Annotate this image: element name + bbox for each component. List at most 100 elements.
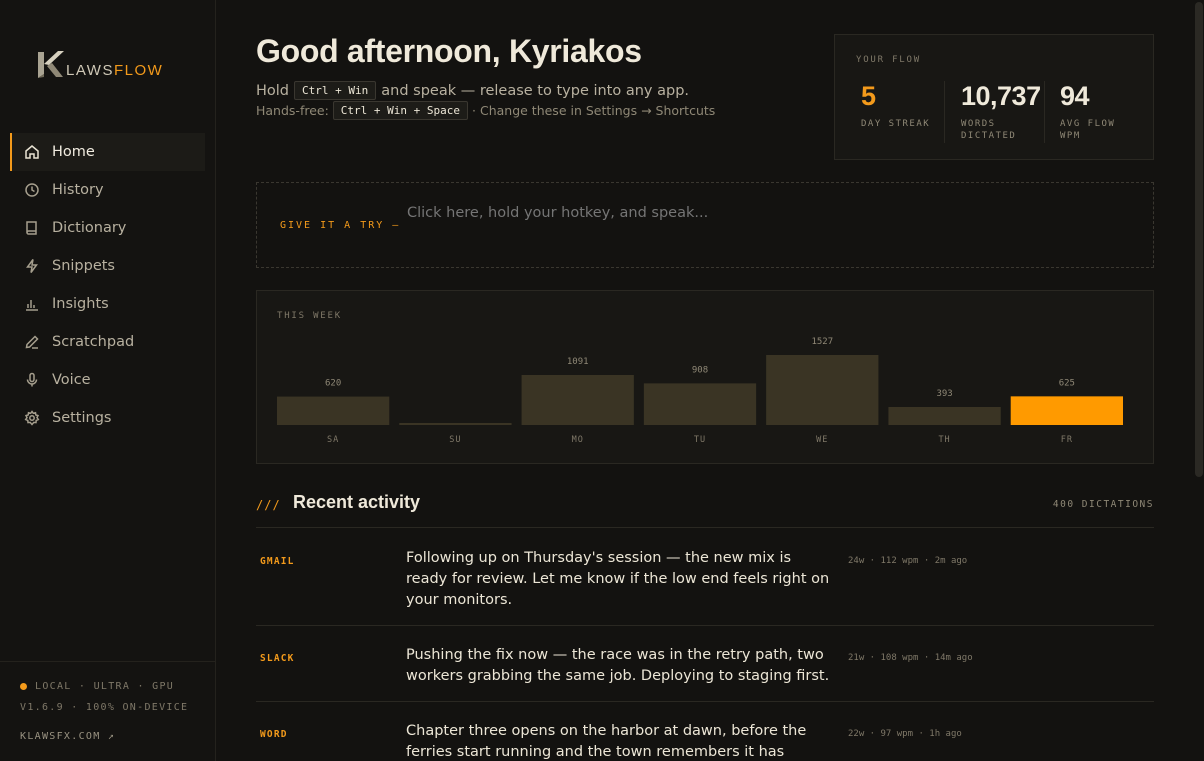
- wpm-stat: 94 AVG FLOW WPM: [1060, 81, 1115, 142]
- weekly-bar-chart: 620 SA SU 1091 MO 908 TU 1527 WE 393 TH 625 FR: [277, 337, 1123, 445]
- activity-row[interactable]: WORD Chapter three opens on the harbor a…: [256, 702, 1154, 761]
- version-label: V1.6.9 · 100% ON-DEVICE: [20, 702, 189, 713]
- sidebar-item-dictionary[interactable]: Dictionary: [10, 209, 205, 247]
- activity-app: GMAIL: [260, 556, 295, 567]
- page-title: Good afternoon, Kyriakos: [256, 33, 642, 69]
- chart-bar-fr: [1010, 396, 1123, 425]
- scrollbar[interactable]: [1194, 0, 1204, 761]
- logo-k-icon: [38, 51, 64, 78]
- weekly-chart-card: THIS WEEK 620 SA SU 1091 MO 908 TU 1527 WE 393 TH 6…: [256, 290, 1154, 464]
- activity-meta: 22w · 97 wpm · 1h ago: [848, 729, 962, 739]
- chart-bar-tu: [643, 383, 757, 425]
- wpm-value: 94: [1060, 81, 1090, 111]
- chart-value-label: 625: [1059, 378, 1075, 388]
- stats-card-label: YOUR FLOW: [856, 55, 921, 65]
- pencil-icon: [24, 334, 40, 350]
- chart-category-label: TU: [694, 435, 706, 445]
- chart-value-label: 620: [325, 379, 341, 389]
- handsfree-suffix: · Change these in Settings → Shortcuts: [472, 103, 716, 118]
- engine-status: LOCAL · ULTRA · GPU: [20, 676, 195, 697]
- words-label: WORDS DICTATED: [961, 119, 1017, 141]
- logo-wordmark: LAWSFLOW: [66, 62, 164, 79]
- sidebar-item-label: History: [52, 182, 104, 198]
- section-marker-icon: ///: [256, 498, 281, 512]
- sidebar-nav: Home History Dictionary Snippets Insight…: [10, 133, 205, 437]
- sidebar-item-voice[interactable]: Voice: [10, 361, 205, 399]
- microphone-icon: [24, 372, 40, 388]
- sidebar-item-label: Dictionary: [52, 220, 127, 236]
- chart-bar-th: [888, 406, 1001, 425]
- wpm-label: AVG FLOW WPM: [1060, 119, 1116, 141]
- sidebar-item-home[interactable]: Home: [10, 133, 205, 171]
- handsfree-hint: Hands-free: Ctrl + Win + Space · Change …: [256, 101, 715, 120]
- sidebar-item-label: Scratchpad: [52, 334, 135, 350]
- try-label: GIVE IT A TRY —: [280, 220, 401, 231]
- sidebar-item-label: Insights: [52, 296, 109, 312]
- bar-chart-icon: [24, 296, 40, 312]
- sidebar-item-snippets[interactable]: Snippets: [10, 247, 205, 285]
- dictation-count: 400 DICTATIONS: [1052, 499, 1154, 510]
- sidebar-item-history[interactable]: History: [10, 171, 205, 209]
- words-stat: 10,737 WORDS DICTATED: [961, 81, 1041, 142]
- stat-divider: [944, 81, 945, 143]
- hold-hotkey-badge: Ctrl + Win: [294, 81, 377, 100]
- handsfree-hotkey-badge: Ctrl + Win + Space: [332, 101, 469, 120]
- recent-activity-header: /// Recent activity 400 DICTATIONS: [256, 492, 1154, 528]
- chart-value-label: 393: [936, 389, 952, 399]
- chart-category-label: SA: [327, 435, 339, 445]
- chart-category-label: FR: [1061, 435, 1073, 445]
- activity-row[interactable]: GMAIL Following up on Thursday's session…: [256, 529, 1154, 626]
- flow-stats-card: YOUR FLOW 5 DAY STREAK 10,737 WORDS DICTA…: [834, 34, 1154, 160]
- hotkey-hint-suffix: and speak — release to type into any app…: [381, 82, 690, 99]
- recent-title: Recent activity: [293, 492, 421, 512]
- chart-value-label: 1091: [567, 357, 589, 367]
- chart-category-label: SU: [449, 435, 461, 445]
- chart-category-label: WE: [816, 435, 828, 445]
- website-link[interactable]: KLAWSFX.COM ↗: [20, 731, 195, 742]
- words-value: 10,737: [961, 81, 1041, 111]
- chart-category-label: TH: [938, 435, 950, 445]
- chart-bar-sa: [277, 396, 390, 425]
- sidebar-item-label: Home: [52, 144, 95, 160]
- lightning-icon: [24, 258, 40, 274]
- gear-icon: [24, 410, 40, 426]
- sidebar: LAWSFLOW Home History Dictionary Snippet…: [0, 0, 216, 761]
- activity-row[interactable]: SLACK Pushing the fix now — the race was…: [256, 626, 1154, 702]
- chart-bar-mo: [521, 374, 634, 425]
- sidebar-item-label: Settings: [52, 410, 112, 426]
- sidebar-item-insights[interactable]: Insights: [10, 285, 205, 323]
- sidebar-item-scratchpad[interactable]: Scratchpad: [10, 323, 205, 361]
- activity-app: SLACK: [260, 653, 295, 664]
- hotkey-hint: Hold Ctrl + Win and speak — release to t…: [256, 81, 689, 100]
- chart-value-label: 908: [692, 365, 708, 375]
- book-icon: [24, 220, 40, 236]
- activity-text: Following up on Thursday's session — the…: [406, 550, 830, 608]
- activity-meta: 24w · 112 wpm · 2m ago: [848, 556, 968, 566]
- chart-category-label: MO: [572, 435, 584, 445]
- sidebar-item-label: Voice: [52, 372, 91, 388]
- activity-text: Pushing the fix now — the race was in th…: [406, 647, 830, 684]
- hotkey-hint-prefix: Hold: [256, 82, 290, 99]
- chart-bar-we: [766, 355, 879, 425]
- clock-icon: [24, 182, 40, 198]
- activity-text: Chapter three opens on the harbor at daw…: [406, 723, 807, 760]
- streak-label: DAY STREAK: [861, 119, 931, 129]
- try-input[interactable]: [407, 205, 1107, 221]
- chart-bar-su: [399, 423, 512, 425]
- activity-app: WORD: [260, 729, 288, 740]
- sidebar-footer: LOCAL · ULTRA · GPU V1.6.9 · 100% ON-DEV…: [0, 661, 215, 756]
- scrollbar-thumb[interactable]: [1195, 2, 1203, 477]
- stat-divider: [1044, 81, 1045, 143]
- try-dictation-area[interactable]: GIVE IT A TRY —: [256, 182, 1154, 268]
- activity-list: GMAIL Following up on Thursday's session…: [256, 529, 1154, 761]
- streak-value: 5: [861, 81, 876, 111]
- sidebar-item-settings[interactable]: Settings: [10, 399, 205, 437]
- chart-value-label: 1527: [811, 337, 833, 347]
- streak-stat: 5 DAY STREAK: [861, 81, 930, 130]
- sidebar-item-label: Snippets: [52, 258, 115, 274]
- handsfree-prefix: Hands-free:: [256, 103, 329, 118]
- home-icon: [24, 144, 40, 160]
- activity-meta: 21w · 108 wpm · 14m ago: [848, 653, 973, 663]
- app-logo[interactable]: LAWSFLOW: [36, 48, 163, 80]
- status-dot-icon: [20, 683, 27, 690]
